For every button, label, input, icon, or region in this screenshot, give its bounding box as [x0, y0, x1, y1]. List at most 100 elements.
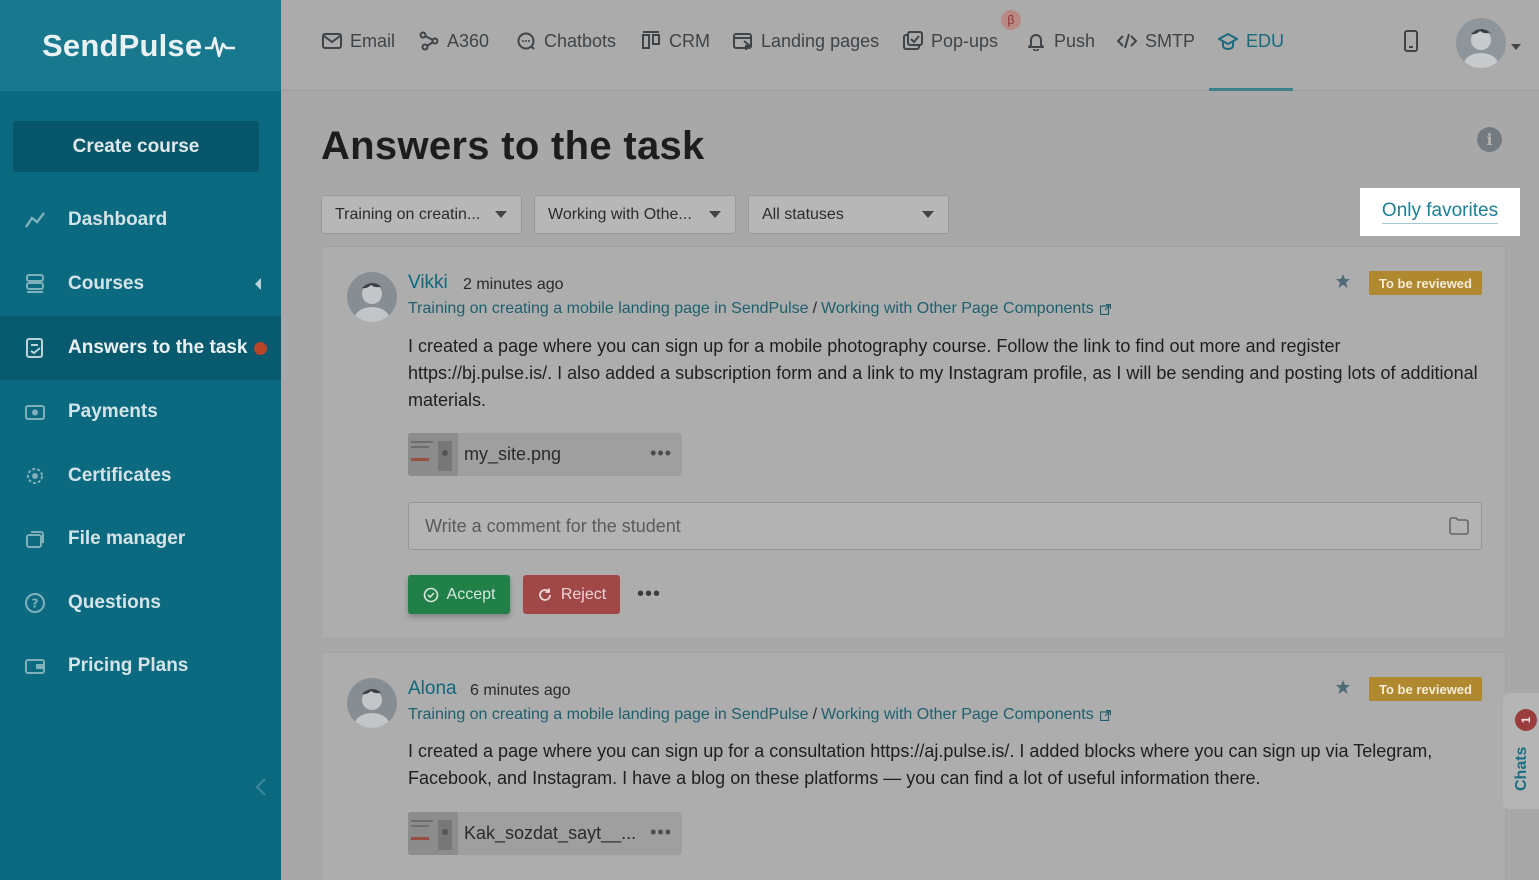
- sidebar-item-answers[interactable]: Answers to the task: [0, 316, 281, 380]
- bell-icon: [1026, 31, 1046, 51]
- email-icon: [322, 31, 342, 51]
- chatbot-icon: [516, 31, 536, 51]
- star-icon[interactable]: [1335, 273, 1351, 289]
- nav-label: Email: [350, 30, 396, 51]
- nav-push[interactable]: Push: [1026, 28, 1095, 54]
- pulse-logo-icon: [205, 36, 236, 57]
- course-filter-value: Training on creatin...: [335, 205, 481, 223]
- lesson-link[interactable]: Working with Other Page Components: [821, 706, 1094, 724]
- folder-icon[interactable]: [1449, 517, 1469, 535]
- status-badge: To be reviewed: [1369, 271, 1482, 295]
- certificate-icon: [24, 465, 46, 487]
- page-title: Answers to the task: [321, 124, 705, 168]
- chevron-left-icon[interactable]: [255, 278, 261, 290]
- nav-edu[interactable]: EDU: [1218, 28, 1284, 54]
- accept-button[interactable]: Accept: [408, 575, 510, 614]
- nav-label: A360: [447, 30, 490, 51]
- status-filter[interactable]: All statuses: [748, 195, 949, 234]
- logo[interactable]: SendPulse: [0, 0, 281, 91]
- beta-badge: β: [1001, 10, 1021, 30]
- accept-label: Accept: [446, 585, 496, 603]
- nav-pop-ups[interactable]: Pop-ups: [903, 28, 998, 54]
- student-avatar: [347, 678, 397, 728]
- chats-widget[interactable]: 1 Chats: [1503, 693, 1539, 809]
- sidebar-item-pricing-plans[interactable]: Pricing Plans: [0, 634, 281, 698]
- nav-crm[interactable]: CRM: [641, 28, 710, 54]
- external-link-icon[interactable]: [1099, 709, 1111, 721]
- only-favorites-link[interactable]: Only favorites: [1381, 200, 1499, 224]
- more-icon[interactable]: •••: [650, 443, 672, 464]
- answer-text: I created a page where you can sign up f…: [408, 336, 1478, 410]
- more-actions-icon[interactable]: •••: [637, 583, 661, 606]
- chevron-down-icon[interactable]: [1511, 44, 1521, 50]
- nav-chatbots[interactable]: Chatbots: [516, 28, 616, 54]
- external-link-icon[interactable]: [1099, 303, 1111, 315]
- info-icon[interactable]: i: [1477, 127, 1502, 152]
- create-course-button[interactable]: Create course: [13, 121, 259, 172]
- breadcrumb: Training on creating a mobile landing pa…: [408, 300, 1111, 318]
- file-thumbnail: [408, 433, 458, 476]
- more-icon[interactable]: •••: [650, 822, 672, 843]
- popup-icon: [903, 31, 923, 51]
- nav-label: Push: [1054, 30, 1096, 51]
- sidebar-item-certificates[interactable]: Certificates: [0, 444, 281, 508]
- file-manager-icon: [24, 528, 46, 550]
- status-filter-value: All statuses: [762, 205, 844, 223]
- lesson-link[interactable]: Working with Other Page Components: [821, 300, 1094, 318]
- star-icon[interactable]: [1335, 679, 1351, 695]
- answers-icon: [24, 337, 46, 359]
- graduation-cap-icon: [1218, 31, 1238, 51]
- answer-time: 6 minutes ago: [470, 682, 571, 699]
- file-thumbnail: [408, 812, 458, 855]
- nav-label: Chatbots: [544, 30, 617, 51]
- file-name: Kak_sozdat_sayt__...: [464, 823, 637, 843]
- landing-icon: [733, 31, 753, 51]
- lesson-filter[interactable]: Working with Othe...: [534, 195, 736, 234]
- sidebar-item-courses[interactable]: Courses: [0, 252, 281, 316]
- sidebar-item-label: Courses: [68, 273, 145, 294]
- sidebar-item-label: Certificates: [68, 465, 172, 486]
- answer-text: I created a page where you can sign up f…: [408, 741, 1433, 788]
- a360-icon: [419, 31, 439, 51]
- course-link[interactable]: Training on creating a mobile landing pa…: [408, 300, 809, 318]
- collapse-sidebar-button[interactable]: [253, 776, 269, 798]
- sidebar-item-label: Pricing Plans: [68, 655, 189, 676]
- student-avatar: [347, 272, 397, 322]
- nav-email[interactable]: Email: [322, 28, 395, 54]
- student-name[interactable]: Alona: [408, 678, 457, 700]
- payments-icon: [24, 401, 46, 423]
- attachment[interactable]: Kak_sozdat_sayt__... •••: [408, 812, 682, 855]
- sidebar-item-file-manager[interactable]: File manager: [0, 507, 281, 571]
- only-favorites-container: Only favorites: [1360, 188, 1520, 236]
- sidebar-item-dashboard[interactable]: Dashboard: [0, 188, 281, 252]
- course-link[interactable]: Training on creating a mobile landing pa…: [408, 706, 809, 724]
- breadcrumb-separator: /: [812, 706, 818, 723]
- sidebar: SendPulse Create course Dashboard Course…: [0, 0, 281, 880]
- file-name: my_site.png: [464, 444, 562, 464]
- course-filter[interactable]: Training on creatin...: [321, 195, 522, 234]
- mobile-icon[interactable]: [1403, 30, 1419, 52]
- answer-card: Alona 6 minutes ago Training on creating…: [321, 652, 1506, 880]
- crm-icon: [641, 31, 661, 51]
- sidebar-item-payments[interactable]: Payments: [0, 380, 281, 444]
- question-icon: ?: [24, 592, 46, 614]
- chevron-down-icon: [495, 211, 507, 218]
- nav-label: Landing pages: [761, 30, 880, 51]
- status-badge: To be reviewed: [1369, 677, 1482, 701]
- chart-line-icon: [24, 209, 46, 231]
- nav-landing-pages[interactable]: Landing pages: [733, 28, 879, 54]
- user-avatar[interactable]: [1456, 18, 1506, 68]
- nav-a360[interactable]: A360: [419, 28, 489, 54]
- student-name[interactable]: Vikki: [408, 272, 448, 294]
- sidebar-item-label: Questions: [68, 592, 161, 613]
- comment-placeholder: Write a comment for the student: [425, 515, 681, 536]
- attachment[interactable]: my_site.png •••: [408, 433, 682, 476]
- nav-label: Pop-ups: [931, 30, 999, 51]
- notification-dot: [254, 342, 267, 355]
- reject-button[interactable]: Reject: [523, 575, 620, 614]
- chevron-down-icon: [709, 211, 721, 218]
- sidebar-item-questions[interactable]: ? Questions: [0, 571, 281, 635]
- comment-input[interactable]: Write a comment for the student: [408, 502, 1482, 550]
- nav-smtp[interactable]: SMTP: [1117, 28, 1195, 54]
- active-tab-indicator: [1209, 88, 1293, 91]
